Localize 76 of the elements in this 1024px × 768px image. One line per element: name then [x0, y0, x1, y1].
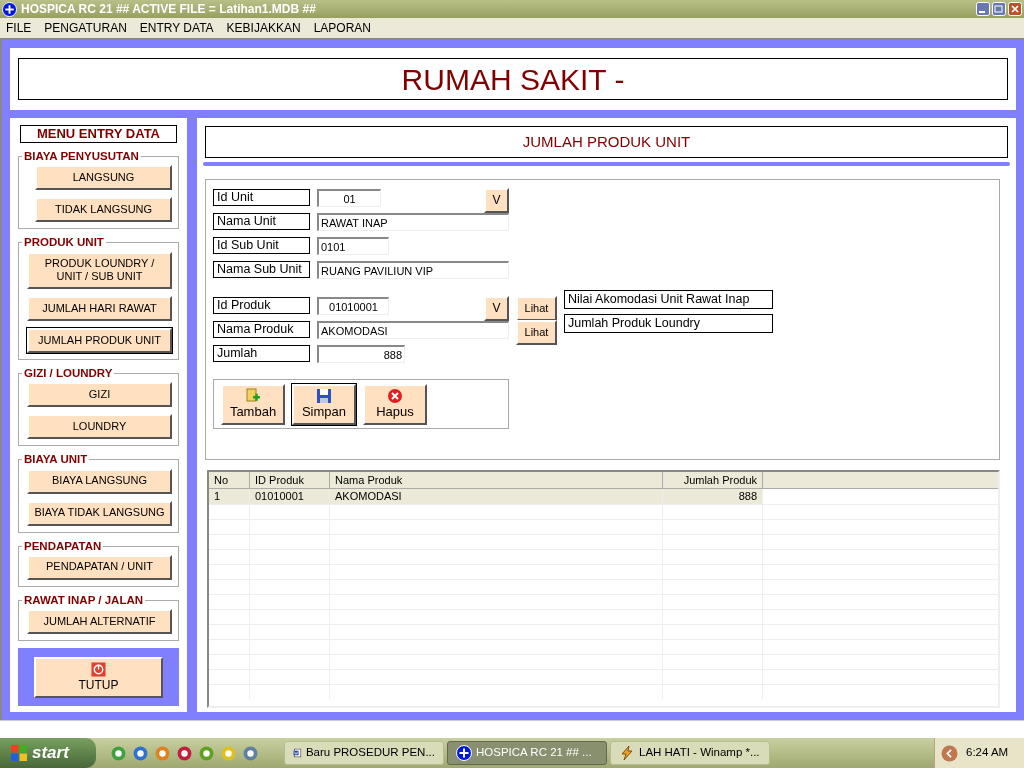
field-label: Id Produk: [213, 297, 310, 314]
group-title: PRODUK UNIT: [23, 235, 105, 251]
lightning-icon: [619, 745, 635, 761]
field-label: Id Unit: [213, 189, 310, 206]
quick-launch-icon[interactable]: [132, 744, 149, 762]
clock: 6:24 AM: [966, 745, 1009, 761]
menu-button[interactable]: BIAYA TIDAK LANGSUNG: [27, 500, 172, 526]
quick-launch-icon[interactable]: [154, 744, 171, 762]
minimize-icon[interactable]: [976, 2, 990, 16]
action-button[interactable]: Hapus: [363, 383, 427, 425]
document-w-icon: [293, 745, 302, 761]
menu-item[interactable]: LAPORAN: [313, 19, 371, 37]
view-button[interactable]: Lihat: [516, 320, 557, 345]
header-title: RUMAH SAKIT -: [401, 61, 625, 98]
restore-icon[interactable]: [992, 2, 1006, 16]
app-logo-icon: [2, 1, 17, 17]
text-field[interactable]: RAWAT INAP: [317, 213, 509, 231]
add-document-icon: [245, 387, 261, 404]
start-button[interactable]: start: [0, 738, 96, 768]
lookup-button[interactable]: V: [484, 188, 509, 213]
menu-button[interactable]: PENDAPATAN / UNIT: [27, 554, 172, 580]
view-caption: Nilai Akomodasi Unit Rawat Inap: [564, 290, 773, 309]
menu-item[interactable]: ENTRY DATA: [139, 19, 214, 37]
text-field[interactable]: 0101: [317, 237, 389, 255]
quick-launch-icon[interactable]: [198, 744, 215, 762]
text-field[interactable]: AKOMODASI: [317, 321, 509, 339]
view-caption: Jumlah Produk Loundry: [564, 314, 773, 333]
window-title: HOSPICA RC 21 ## ACTIVE FILE = Latihan1.MDB ##: [21, 1, 317, 18]
menu-button[interactable]: JUMLAH PRODUK UNIT: [27, 328, 172, 353]
sidebar-title: MENU ENTRY DATA: [20, 125, 177, 143]
quick-launch-icon[interactable]: [176, 744, 193, 762]
chevron-left-icon[interactable]: [941, 744, 958, 762]
menu-button[interactable]: LANGSUNG: [35, 165, 172, 191]
view-button[interactable]: Lihat: [516, 296, 557, 321]
action-button[interactable]: Tambah: [221, 383, 285, 425]
table-row[interactable]: 1 01010001 AKOMODASI 888: [209, 489, 998, 504]
text-field[interactable]: 01010001: [317, 297, 389, 315]
menu-item[interactable]: PENGATURAN: [44, 19, 127, 37]
plus-circle-icon: [456, 745, 472, 761]
field-label: Nama Produk: [213, 321, 310, 338]
close-icon[interactable]: [1008, 2, 1022, 16]
menu-button[interactable]: LOUNDRY: [27, 414, 172, 440]
group-title: PENDAPATAN: [23, 538, 103, 554]
lookup-button[interactable]: V: [484, 296, 509, 321]
menu-item[interactable]: FILE: [6, 19, 32, 37]
menu-button[interactable]: GIZI: [27, 382, 172, 408]
menu-button[interactable]: PRODUK LOUNDRY / UNIT / SUB UNIT: [27, 251, 172, 289]
menu-button[interactable]: JUMLAH ALTERNATIF: [27, 609, 172, 634]
group-title: BIAYA PENYUSUTAN: [23, 149, 140, 164]
taskbar-button[interactable]: Baru PROSEDUR PEN...: [284, 741, 444, 765]
form-title: JUMLAH PRODUK UNIT: [522, 131, 691, 152]
field-label: Nama Sub Unit: [213, 261, 310, 278]
menu-button[interactable]: BIAYA LANGSUNG: [27, 468, 172, 494]
field-label: Jumlah: [213, 345, 310, 362]
power-icon: [91, 661, 106, 677]
windows-logo-icon: [10, 744, 28, 762]
taskbar-button[interactable]: LAH HATI - Winamp *...: [610, 741, 770, 765]
delete-icon: [387, 387, 403, 404]
table-cell: 1: [209, 489, 250, 504]
field-label: Nama Unit: [213, 213, 310, 230]
table-cell: 01010001: [250, 489, 330, 504]
action-button[interactable]: Simpan: [292, 383, 356, 425]
group-title: GIZI / LOUNDRY: [23, 366, 114, 381]
close-button[interactable]: TUTUP: [34, 656, 163, 698]
table-cell: AKOMODASI: [330, 489, 663, 504]
menu-button[interactable]: JUMLAH HARI RAWAT: [27, 296, 172, 321]
menu-button[interactable]: TIDAK LANGSUNG: [35, 197, 172, 223]
field-label: Id Sub Unit: [213, 237, 310, 254]
text-field[interactable]: 888: [317, 345, 405, 363]
menu-item[interactable]: KEBIJAKKAN: [226, 19, 301, 37]
group-title: RAWAT INAP / JALAN: [23, 592, 145, 608]
quick-launch-icon[interactable]: [110, 744, 127, 762]
group-title: BIAYA UNIT: [23, 452, 89, 468]
text-field[interactable]: 01: [317, 189, 381, 207]
text-field[interactable]: RUANG PAVILIUN VIP: [317, 261, 509, 279]
quick-launch-icon[interactable]: [242, 744, 259, 762]
